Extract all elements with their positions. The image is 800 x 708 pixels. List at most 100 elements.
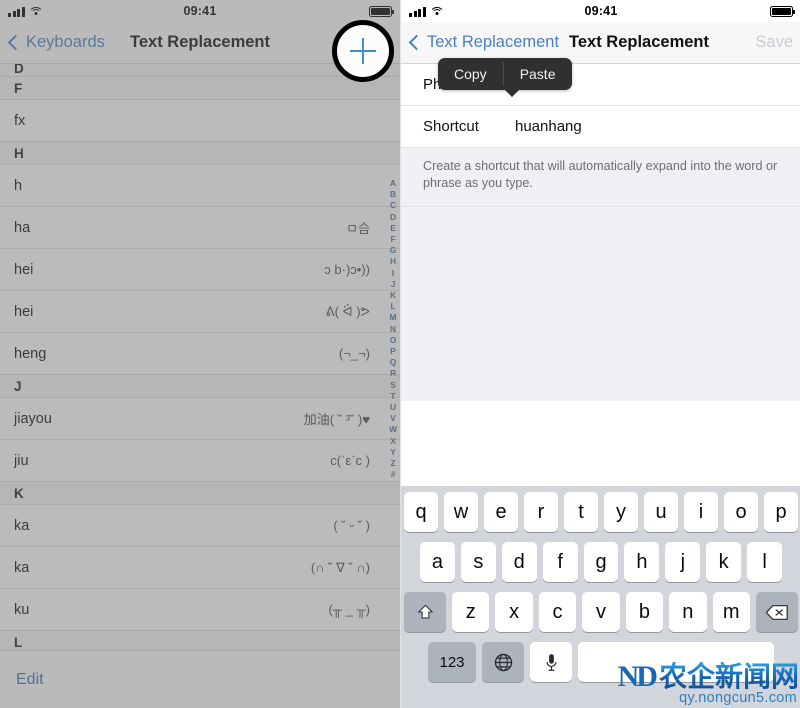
row-shortcut: ka xyxy=(14,559,30,576)
save-button[interactable]: Save xyxy=(755,33,793,52)
index-letter[interactable]: G xyxy=(390,245,397,256)
key-l[interactable]: l xyxy=(747,542,783,582)
key-s[interactable]: s xyxy=(460,542,496,582)
table-row[interactable]: h xyxy=(0,165,400,207)
index-letter[interactable]: T xyxy=(390,391,395,402)
key-g[interactable]: g xyxy=(583,542,619,582)
index-letter[interactable]: M xyxy=(390,312,397,323)
status-right-group xyxy=(369,5,394,17)
index-letter[interactable]: P xyxy=(390,346,396,357)
key-i[interactable]: i xyxy=(684,492,718,532)
index-letter[interactable]: B xyxy=(390,189,396,200)
key-m[interactable]: m xyxy=(712,592,750,632)
key-r[interactable]: r xyxy=(524,492,558,532)
key-a[interactable]: a xyxy=(420,542,455,582)
key-k[interactable]: k xyxy=(706,542,742,582)
index-letter[interactable]: U xyxy=(390,402,396,413)
copy-menu-item[interactable]: Copy xyxy=(438,58,503,90)
key-p[interactable]: p xyxy=(764,492,798,532)
index-letter[interactable]: Q xyxy=(390,357,397,368)
key-n[interactable]: n xyxy=(669,592,707,632)
key-u[interactable]: u xyxy=(644,492,678,532)
back-to-keyboards-button[interactable]: Keyboards xyxy=(7,33,105,52)
numbers-key[interactable]: 123 xyxy=(428,642,476,682)
index-letter[interactable]: C xyxy=(390,200,396,211)
keyboard-row-4: 123 xyxy=(404,642,798,682)
globe-icon xyxy=(494,653,512,671)
index-letter[interactable]: S xyxy=(390,380,396,391)
shift-key[interactable] xyxy=(404,592,446,632)
index-letter[interactable]: L xyxy=(390,301,395,312)
shortcut-row[interactable]: Shortcut huanhang xyxy=(401,106,800,148)
table-row[interactable]: ka ( ˘ ᵕ ˘ ) xyxy=(0,505,400,547)
key-x[interactable]: x xyxy=(495,592,533,632)
back-to-text-replacement-button[interactable]: Text Replacement xyxy=(408,33,560,52)
row-phrase: ㅁ슴 xyxy=(346,221,370,236)
index-letter[interactable]: K xyxy=(390,290,396,301)
shortcut-input[interactable]: huanhang xyxy=(515,118,582,135)
index-letter[interactable]: E xyxy=(390,223,396,234)
space-key[interactable] xyxy=(578,642,774,682)
key-t[interactable]: t xyxy=(564,492,598,532)
battery-icon xyxy=(369,5,394,17)
key-v[interactable]: v xyxy=(582,592,620,632)
key-o[interactable]: o xyxy=(724,492,758,532)
left-status-bar: 09:41 xyxy=(0,0,400,22)
right-status-bar: 09:41 xyxy=(401,0,800,22)
table-row[interactable]: hei ɔ b·)ɔ•)) xyxy=(0,249,400,291)
text-replacement-list[interactable]: D Ffx Hh ha ㅁ슴 hei ɔ b·)ɔ•)) hei ᕕ( ᐛ )ᕗ heng (¬_¬… xyxy=(0,64,400,650)
menu-pointer-arrow xyxy=(504,89,520,97)
index-letter[interactable]: X xyxy=(390,436,396,447)
key-f[interactable]: f xyxy=(542,542,578,582)
delete-key[interactable] xyxy=(756,592,798,632)
add-replacement-button[interactable] xyxy=(332,20,394,82)
paste-menu-item[interactable]: Paste xyxy=(504,58,572,90)
index-letter[interactable]: R xyxy=(390,368,396,379)
index-letter[interactable]: O xyxy=(390,335,397,346)
index-letter[interactable]: V xyxy=(390,413,396,424)
table-row[interactable]: ku (╥ _ ╥) xyxy=(0,589,400,631)
key-b[interactable]: b xyxy=(625,592,664,632)
key-h[interactable]: h xyxy=(624,542,660,582)
table-row[interactable]: jiu c(ˊεˋc ) xyxy=(0,440,400,482)
on-screen-keyboard[interactable]: qwertyuiop asdfghjkl zxcvbnm 123 xyxy=(401,486,800,708)
index-letter[interactable]: J xyxy=(391,279,396,290)
alphabet-index-bar[interactable]: A B C D E F G H I J K L M N O P Q R S T U V W X Y Z # xyxy=(389,178,397,480)
index-letter[interactable]: W xyxy=(389,424,397,435)
backspace-icon xyxy=(765,604,788,620)
status-time: 09:41 xyxy=(183,4,217,18)
table-row[interactable]: heng (¬_¬) xyxy=(0,333,400,375)
index-letter[interactable]: H xyxy=(390,256,396,267)
index-letter[interactable]: I xyxy=(392,268,394,279)
table-row[interactable]: ka (∩ ˘ ∇ ˘ ∩) xyxy=(0,547,400,589)
key-w[interactable]: w xyxy=(444,492,478,532)
key-j[interactable]: j xyxy=(665,542,701,582)
edit-button[interactable]: Edit xyxy=(16,671,44,689)
index-letter[interactable]: # xyxy=(391,469,396,480)
battery-icon xyxy=(770,5,795,17)
table-row[interactable]: jiayou 加油( ˘ ³˘ )♥ xyxy=(0,398,400,440)
left-toolbar: Edit xyxy=(0,650,400,708)
key-z[interactable]: z xyxy=(452,592,490,632)
table-row[interactable]: hei ᕕ( ᐛ )ᕗ xyxy=(0,291,400,333)
context-menu[interactable]: Copy Paste xyxy=(438,58,572,97)
table-row[interactable]: ha ㅁ슴 xyxy=(0,207,400,249)
index-letter[interactable]: N xyxy=(390,324,396,335)
row-phrase: (╥ _ ╥) xyxy=(328,602,370,617)
key-y[interactable]: y xyxy=(604,492,638,532)
key-e[interactable]: e xyxy=(484,492,518,532)
index-letter[interactable]: Y xyxy=(390,447,396,458)
index-letter[interactable]: Z xyxy=(390,458,395,469)
key-d[interactable]: d xyxy=(501,542,537,582)
table-row[interactable]: fx xyxy=(0,100,400,142)
index-letter[interactable]: F xyxy=(390,234,395,245)
row-shortcut: ku xyxy=(14,601,30,618)
key-c[interactable]: c xyxy=(538,592,577,632)
dictation-key[interactable] xyxy=(530,642,572,682)
index-letter[interactable]: A xyxy=(390,178,396,189)
index-letter[interactable]: D xyxy=(390,212,396,223)
replacement-form: Phrase Shortcut huanhang Create a shortc… xyxy=(401,64,800,437)
back-button-label: Text Replacement xyxy=(427,33,560,51)
globe-key[interactable] xyxy=(482,642,524,682)
key-q[interactable]: q xyxy=(404,492,438,532)
